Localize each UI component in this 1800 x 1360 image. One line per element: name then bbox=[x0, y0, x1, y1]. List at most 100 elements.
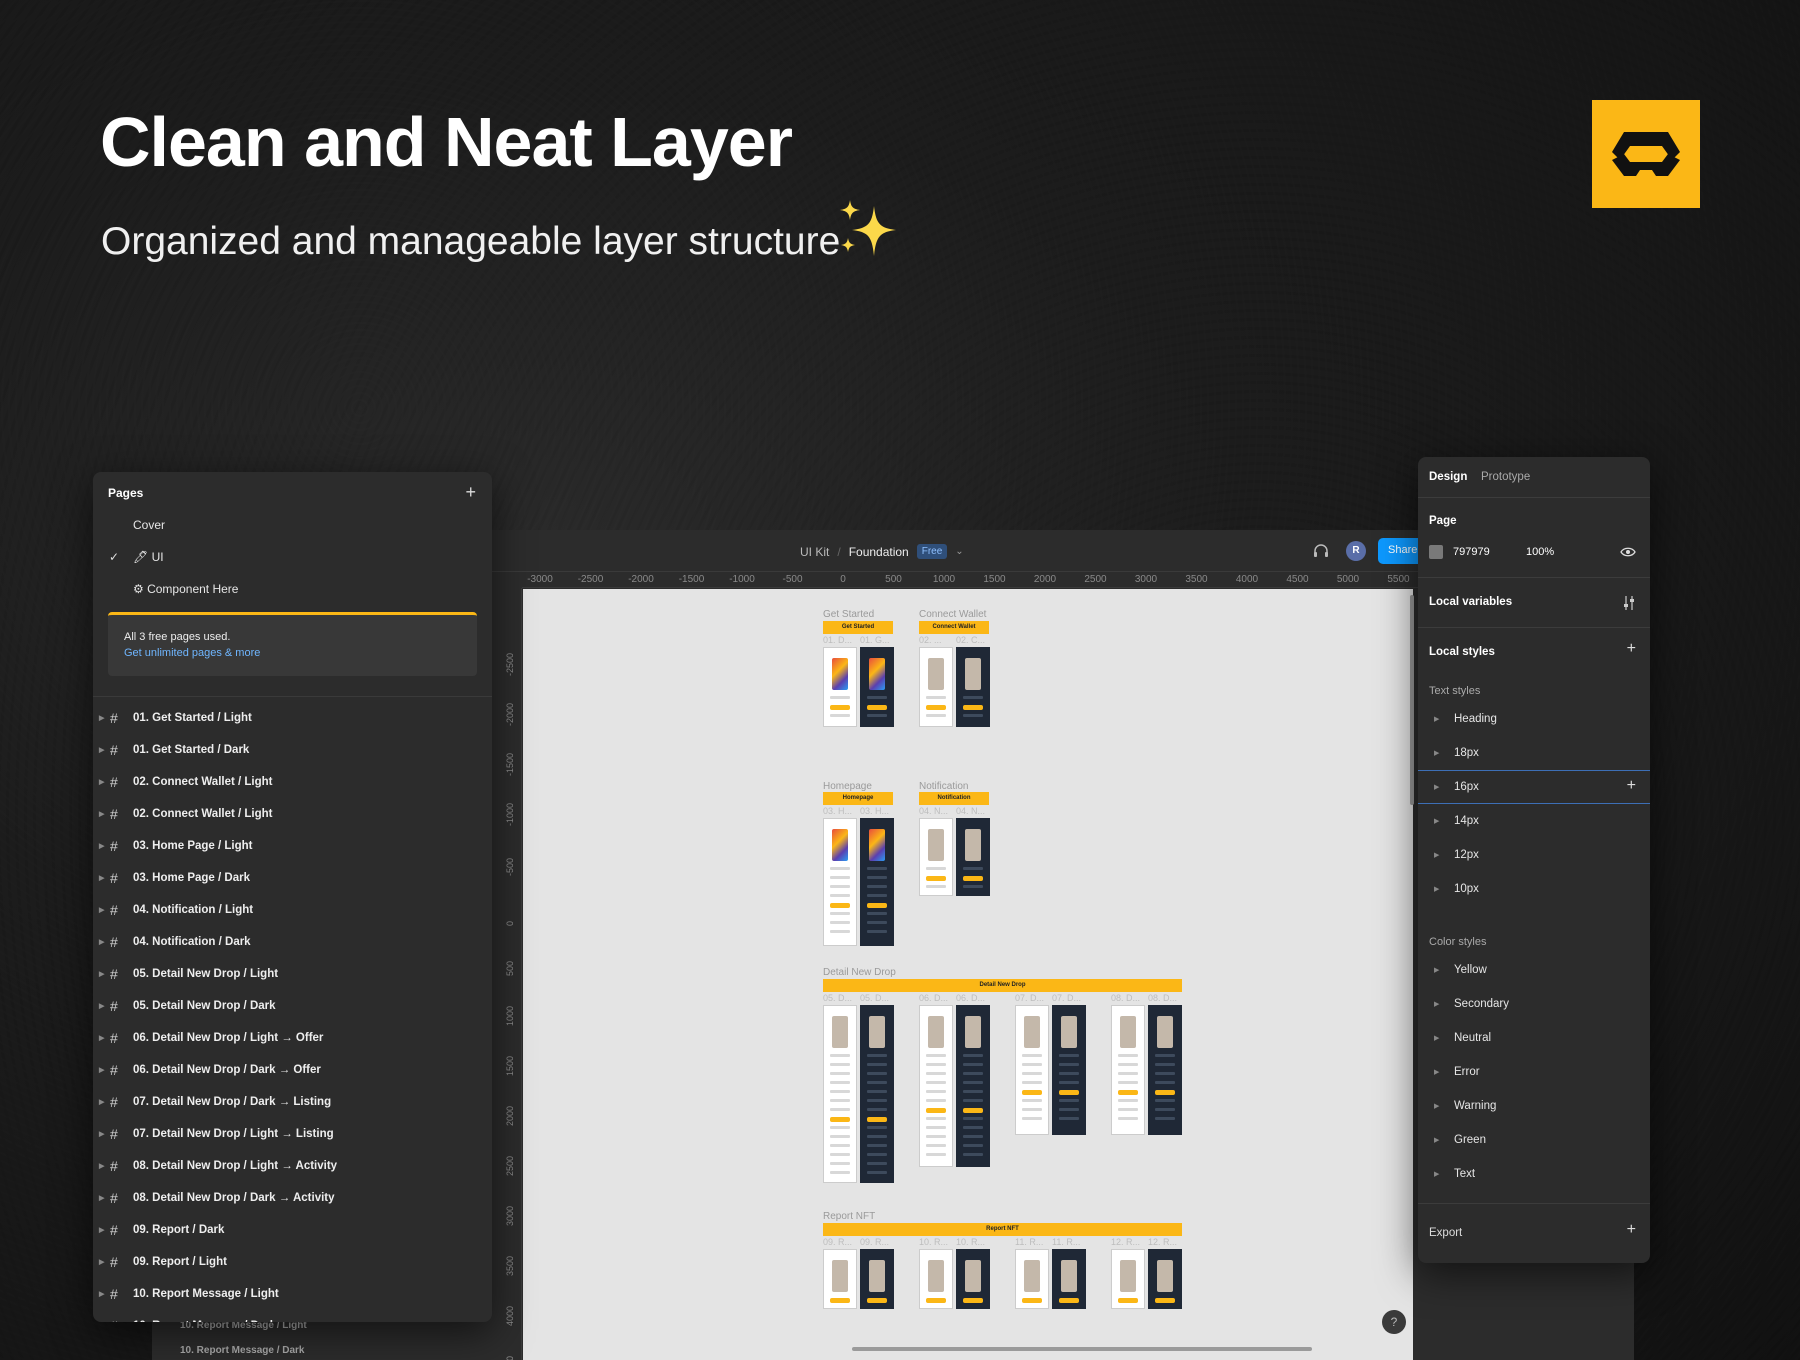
layer-item[interactable]: ▶ #05. Detail New Drop / Light bbox=[93, 958, 492, 990]
screen-frame[interactable] bbox=[1015, 1005, 1049, 1135]
horizontal-scrollbar[interactable] bbox=[852, 1347, 1312, 1351]
screen-frame[interactable] bbox=[919, 1249, 953, 1309]
page-item-component[interactable]: ⚙ Component Here bbox=[133, 582, 238, 596]
layer-item[interactable]: ▶ #04. Notification / Light bbox=[93, 894, 492, 926]
expand-caret-icon[interactable]: ▶ bbox=[1434, 817, 1439, 825]
expand-caret-icon[interactable]: ▶ bbox=[1434, 1034, 1439, 1042]
layer-item[interactable]: ▶ #06. Detail New Drop / Dark → Offer bbox=[93, 1054, 492, 1086]
file-name[interactable]: Foundation bbox=[849, 545, 909, 559]
eye-icon[interactable] bbox=[1620, 545, 1636, 559]
tab-prototype[interactable]: Prototype bbox=[1481, 471, 1530, 483]
expand-caret-icon[interactable]: ▶ bbox=[99, 906, 104, 914]
expand-caret-icon[interactable]: ▶ bbox=[1434, 1136, 1439, 1144]
screen-frame[interactable] bbox=[956, 1249, 990, 1309]
screen-frame[interactable] bbox=[1148, 1005, 1182, 1135]
headset-icon[interactable] bbox=[1312, 542, 1330, 560]
expand-caret-icon[interactable]: ▶ bbox=[99, 1066, 104, 1074]
expand-caret-icon[interactable]: ▶ bbox=[99, 938, 104, 946]
layer-item[interactable]: ▶ #02. Connect Wallet / Light bbox=[93, 798, 492, 830]
screen-frame[interactable] bbox=[919, 1005, 953, 1167]
text-style-item[interactable]: ▶ 18px bbox=[1418, 736, 1650, 770]
text-style-item[interactable]: ▶ 12px bbox=[1418, 838, 1650, 872]
expand-caret-icon[interactable]: ▶ bbox=[99, 842, 104, 850]
expand-caret-icon[interactable]: ▶ bbox=[99, 778, 104, 786]
text-style-item[interactable]: ▶ Heading bbox=[1418, 702, 1650, 736]
expand-caret-icon[interactable]: ▶ bbox=[1434, 885, 1439, 893]
vertical-scrollbar[interactable] bbox=[1410, 595, 1414, 805]
local-variables-button[interactable]: Local variables bbox=[1429, 596, 1512, 608]
layer-item[interactable]: ▶ #04. Notification / Dark bbox=[93, 926, 492, 958]
add-export-icon[interactable]: + bbox=[1627, 1221, 1636, 1239]
color-style-item[interactable]: ▶ Text bbox=[1418, 1157, 1650, 1191]
screen-frame[interactable] bbox=[823, 1005, 857, 1183]
expand-caret-icon[interactable]: ▶ bbox=[99, 970, 104, 978]
layer-item[interactable]: ▶ #09. Report / Dark bbox=[93, 1214, 492, 1246]
expand-caret-icon[interactable]: ▶ bbox=[99, 1290, 104, 1298]
screen-frame[interactable] bbox=[860, 647, 894, 727]
expand-caret-icon[interactable]: ▶ bbox=[1434, 749, 1439, 757]
expand-caret-icon[interactable]: ▶ bbox=[1434, 1000, 1439, 1008]
chevron-down-icon[interactable]: ⌄ bbox=[955, 546, 963, 557]
screen-frame[interactable] bbox=[860, 1005, 894, 1183]
add-page-icon[interactable]: + bbox=[465, 482, 476, 503]
screen-frame[interactable] bbox=[1015, 1249, 1049, 1309]
layer-item[interactable]: ▶ #06. Detail New Drop / Light → Offer bbox=[93, 1022, 492, 1054]
screen-frame[interactable] bbox=[823, 818, 857, 946]
layer-item[interactable]: ▶ #03. Home Page / Dark bbox=[93, 862, 492, 894]
screen-frame[interactable] bbox=[956, 1005, 990, 1167]
design-canvas[interactable]: Get Started Get Started Connect Wallet C… bbox=[523, 589, 1413, 1360]
layer-item[interactable]: ▶ #07. Detail New Drop / Dark → Listing bbox=[93, 1086, 492, 1118]
text-style-item[interactable]: ▶ 10px bbox=[1418, 872, 1650, 906]
expand-caret-icon[interactable]: ▶ bbox=[99, 810, 104, 818]
layer-item[interactable]: ▶ #07. Detail New Drop / Light → Listing bbox=[93, 1118, 492, 1150]
color-style-item[interactable]: ▶ Secondary bbox=[1418, 987, 1650, 1021]
expand-caret-icon[interactable]: ▶ bbox=[99, 1162, 104, 1170]
screen-frame[interactable] bbox=[860, 1249, 894, 1309]
color-style-item[interactable]: ▶ Error bbox=[1418, 1055, 1650, 1089]
layer-item[interactable]: ▶ #09. Report / Light bbox=[93, 1246, 492, 1278]
page-color-swatch[interactable] bbox=[1429, 545, 1443, 559]
page-opacity-value[interactable]: 100% bbox=[1526, 546, 1554, 558]
layer-item[interactable]: ▶ #05. Detail New Drop / Dark bbox=[93, 990, 492, 1022]
screen-frame[interactable] bbox=[1111, 1005, 1145, 1135]
expand-caret-icon[interactable]: ▶ bbox=[1434, 783, 1439, 791]
layer-item[interactable]: ▶ #02. Connect Wallet / Light bbox=[93, 766, 492, 798]
layer-item[interactable]: ▶ #03. Home Page / Light bbox=[93, 830, 492, 862]
color-style-item[interactable]: ▶ Warning bbox=[1418, 1089, 1650, 1123]
page-item-cover[interactable]: Cover bbox=[133, 518, 165, 532]
expand-caret-icon[interactable]: ▶ bbox=[99, 874, 104, 882]
screen-frame[interactable] bbox=[823, 647, 857, 727]
upsell-link[interactable]: Get unlimited pages & more bbox=[124, 647, 260, 659]
color-style-item[interactable]: ▶ Green bbox=[1418, 1123, 1650, 1157]
expand-caret-icon[interactable]: ▶ bbox=[99, 1226, 104, 1234]
add-icon[interactable]: + bbox=[1627, 777, 1636, 795]
screen-frame[interactable] bbox=[1052, 1249, 1086, 1309]
expand-caret-icon[interactable]: ▶ bbox=[99, 1130, 104, 1138]
screen-frame[interactable] bbox=[1148, 1249, 1182, 1309]
text-style-item[interactable]: ▶ 14px bbox=[1418, 804, 1650, 838]
add-style-icon[interactable]: + bbox=[1627, 640, 1636, 658]
color-style-item[interactable]: ▶ Yellow bbox=[1418, 953, 1650, 987]
breadcrumb-parent[interactable]: UI Kit bbox=[800, 545, 829, 559]
screen-frame[interactable] bbox=[919, 818, 953, 896]
screen-frame[interactable] bbox=[1111, 1249, 1145, 1309]
screen-frame[interactable] bbox=[860, 818, 894, 946]
layer-item[interactable]: ▶#10. Report Message / Dark bbox=[93, 1310, 492, 1322]
tab-design[interactable]: Design bbox=[1429, 471, 1467, 483]
layer-item[interactable]: ▶ #01. Get Started / Light bbox=[93, 702, 492, 734]
expand-caret-icon[interactable]: ▶ bbox=[99, 714, 104, 722]
expand-caret-icon[interactable]: ▶ bbox=[99, 1258, 104, 1266]
page-item-ui[interactable]: 🖊 UI bbox=[133, 550, 164, 564]
expand-caret-icon[interactable]: ▶ bbox=[1434, 1102, 1439, 1110]
expand-caret-icon[interactable]: ▶ bbox=[99, 1002, 104, 1010]
screen-frame[interactable] bbox=[956, 818, 990, 896]
help-button[interactable]: ? bbox=[1382, 1310, 1406, 1334]
expand-caret-icon[interactable]: ▶ bbox=[1434, 715, 1439, 723]
layer-item[interactable]: ▶ #10. Report Message / Light bbox=[93, 1278, 492, 1310]
screen-frame[interactable] bbox=[823, 1249, 857, 1309]
expand-caret-icon[interactable]: ▶ bbox=[99, 746, 104, 754]
page-color-value[interactable]: 797979 bbox=[1453, 546, 1490, 558]
expand-caret-icon[interactable]: ▶ bbox=[1434, 966, 1439, 974]
sliders-icon[interactable] bbox=[1622, 595, 1636, 611]
avatar[interactable]: R bbox=[1346, 541, 1366, 561]
